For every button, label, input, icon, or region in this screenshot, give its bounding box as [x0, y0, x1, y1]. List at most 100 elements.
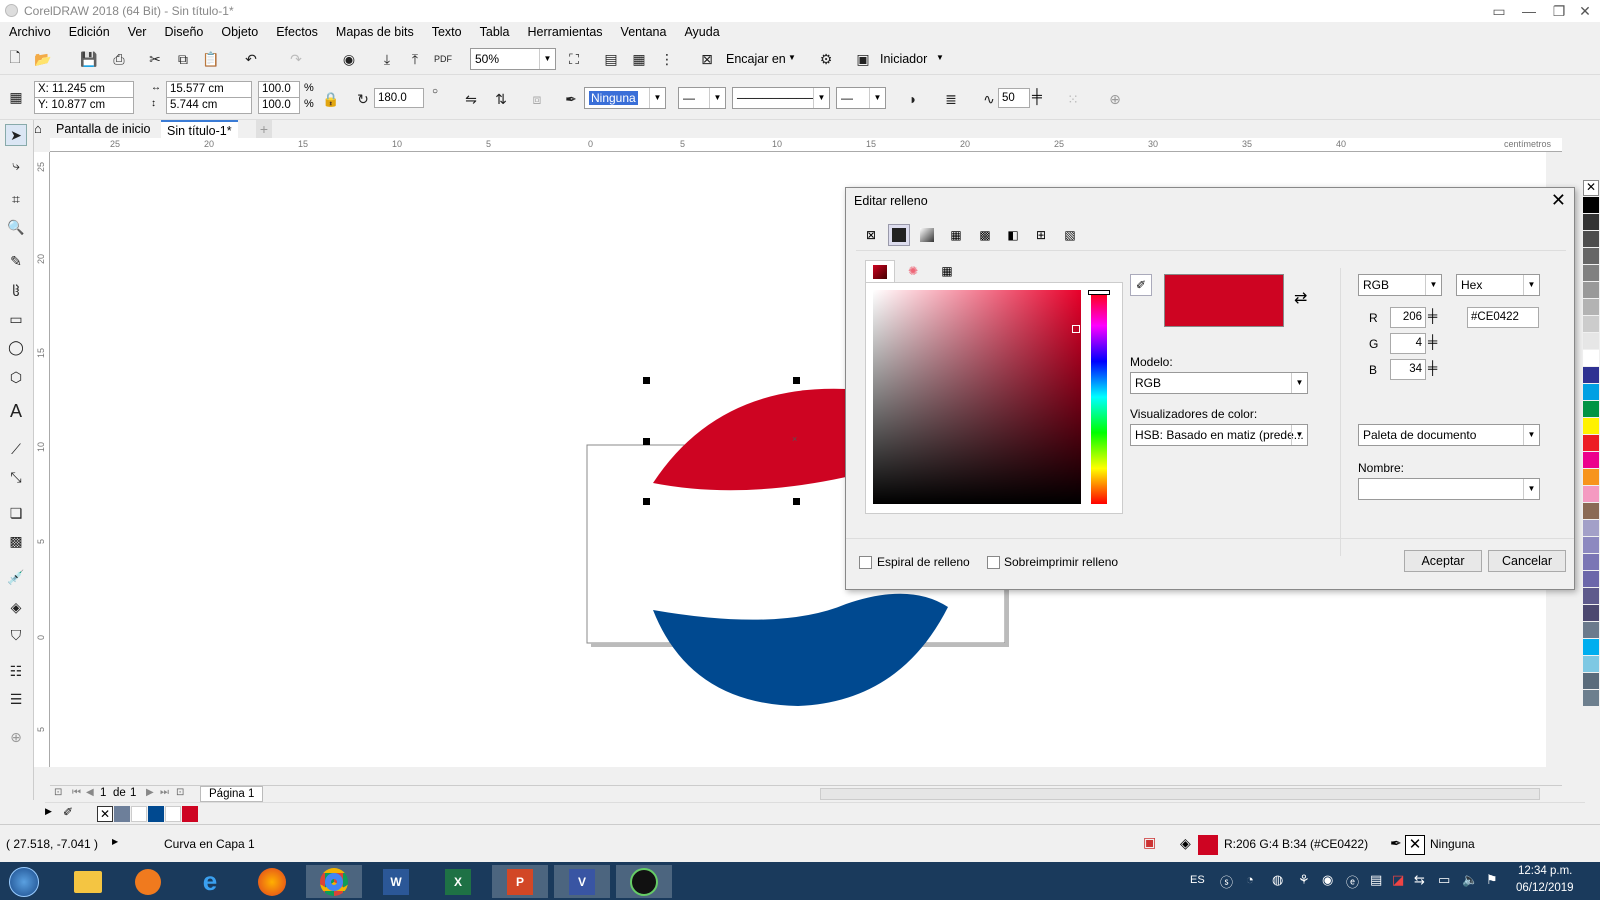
outline-pen-icon[interactable]: ✒	[560, 88, 582, 110]
rectangle-tool-icon[interactable]: ▭	[5, 308, 27, 330]
color-swatch[interactable]	[1583, 554, 1599, 570]
color-swatch[interactable]	[1583, 537, 1599, 553]
no-color-swatch[interactable]: ✕	[1583, 180, 1599, 196]
tray-icon[interactable]: ◉	[1322, 872, 1333, 888]
prev-page-icon[interactable]: ◀	[86, 787, 94, 798]
overprint-fill-checkbox[interactable]	[987, 556, 1000, 569]
firefox-icon[interactable]	[244, 865, 300, 898]
connector-tool-icon[interactable]: ⤡	[5, 466, 27, 488]
hue-slider[interactable]	[1091, 290, 1107, 504]
color-proof-icon[interactable]: ▣	[1143, 834, 1156, 851]
new-document-icon[interactable]: 🗋	[4, 48, 26, 70]
eyedropper-icon[interactable]: ✐	[1130, 274, 1152, 296]
no-outline-swatch[interactable]: ✕	[1405, 835, 1425, 855]
color-viewer-tab[interactable]	[865, 260, 895, 282]
home-icon[interactable]: ⌂	[34, 120, 50, 138]
skype-icon[interactable]: ⓢ	[1220, 872, 1233, 891]
combine-icon[interactable]: ⧈	[526, 88, 548, 110]
align-tool-icon[interactable]: ☰	[5, 688, 27, 710]
color-swatch[interactable]	[1583, 605, 1599, 621]
color-swatch[interactable]	[1583, 435, 1599, 451]
polygon-tool-icon[interactable]: ⬡	[5, 366, 27, 388]
print-icon[interactable]: ⎙	[108, 48, 130, 70]
tray-icon[interactable]: ◔	[1246, 872, 1254, 887]
network-icon[interactable]: ⇆	[1414, 872, 1425, 888]
transparency-icon[interactable]: ▩	[5, 530, 27, 552]
spiral-fill-checkbox[interactable]	[859, 556, 872, 569]
restore-help-icon[interactable]: ▭	[1484, 0, 1514, 22]
interactive-fill-icon[interactable]: ◈	[5, 596, 27, 618]
scale-y-field[interactable]: 100.0	[258, 97, 300, 114]
minimize-button[interactable]: —	[1514, 0, 1544, 22]
outline-width-dropdown[interactable]: Ninguna ▼	[584, 87, 666, 109]
copy-icon[interactable]: ⧉	[172, 48, 194, 70]
coreldraw-taskbar-icon[interactable]	[616, 865, 672, 898]
launcher-label[interactable]: Iniciador	[880, 52, 927, 66]
shape-tool-icon[interactable]: ⤷	[5, 154, 27, 176]
dimension-tool-icon[interactable]: ⟋	[5, 438, 27, 460]
menu-ventana[interactable]: Ventana	[612, 22, 676, 42]
color-swatch[interactable]	[1583, 469, 1599, 485]
display-icon[interactable]: ▭	[1438, 872, 1450, 888]
height-field[interactable]: 5.744 cm	[166, 97, 252, 114]
object-origin-icon[interactable]: ▦	[5, 86, 27, 108]
save-icon[interactable]: 💾	[78, 48, 100, 70]
color-swatch[interactable]	[1583, 299, 1599, 315]
end-arrow-dropdown[interactable]: — ▼	[836, 87, 886, 109]
clock-date[interactable]: 06/12/2019	[1516, 882, 1574, 894]
menu-diseno[interactable]: Diseño	[155, 22, 212, 42]
menu-ayuda[interactable]: Ayuda	[675, 22, 728, 42]
green-value-field[interactable]: 4	[1390, 333, 1426, 354]
color-harmonies-tab[interactable]: ✺	[898, 260, 928, 282]
start-arrow-dropdown[interactable]: — ▼	[678, 87, 726, 109]
guidelines-icon[interactable]: ⋮	[656, 48, 678, 70]
scale-x-field[interactable]: 100.0	[258, 81, 300, 98]
menu-tabla[interactable]: Tabla	[471, 22, 519, 42]
color-swatch[interactable]	[1583, 486, 1599, 502]
clock-time[interactable]: 12:34 p.m.	[1518, 865, 1572, 877]
blue-value-field[interactable]: 34	[1390, 359, 1426, 380]
format-dropdown[interactable]: Hex ▼	[1456, 274, 1540, 296]
vector-pattern-icon[interactable]: ▦	[945, 224, 967, 246]
pdf-icon[interactable]: PDF	[432, 48, 454, 70]
color-space-dropdown[interactable]: RGB ▼	[1358, 274, 1442, 296]
color-swatch[interactable]	[182, 806, 198, 822]
swap-colors-icon[interactable]: ⇄	[1294, 288, 1307, 308]
add-page-after-icon[interactable]: ⊡	[176, 787, 184, 798]
mirror-vertical-icon[interactable]: ⇅	[490, 88, 512, 110]
color-swatch[interactable]	[1583, 248, 1599, 264]
chevron-right-icon[interactable]: ▶	[112, 837, 118, 846]
menu-ver[interactable]: Ver	[119, 22, 156, 42]
red-curve-shape[interactable]	[653, 388, 846, 491]
red-value-field[interactable]: 206	[1390, 307, 1426, 328]
color-swatch[interactable]	[1583, 690, 1599, 706]
no-fill-icon[interactable]: ⊠	[860, 224, 882, 246]
ok-button[interactable]: Aceptar	[1404, 550, 1482, 572]
menu-objeto[interactable]: Objeto	[212, 22, 267, 42]
visio-icon[interactable]: V	[554, 865, 610, 898]
color-swatch[interactable]	[1583, 231, 1599, 247]
menu-efectos[interactable]: Efectos	[267, 22, 327, 42]
snap-label[interactable]: Encajar en	[726, 52, 786, 66]
line-style-dropdown[interactable]: ───────── ▼	[732, 87, 830, 109]
tab-document[interactable]: Sin título-1*	[161, 120, 238, 138]
chevron-down-icon[interactable]: ▼	[788, 53, 796, 62]
selection-handle[interactable]	[793, 377, 800, 384]
ellipse-tool-icon[interactable]: ◯	[5, 336, 27, 358]
color-swatch[interactable]	[1583, 401, 1599, 417]
selection-handle[interactable]	[643, 438, 650, 445]
viewers-dropdown[interactable]: HSB: Basado en matiz (prede... ▼	[1130, 424, 1308, 446]
drop-shadow-icon[interactable]: ❏	[5, 502, 27, 524]
color-swatch[interactable]	[148, 806, 164, 822]
add-page-icon[interactable]: ⊡	[54, 787, 62, 798]
powerpoint-icon[interactable]: P	[492, 865, 548, 898]
pick-tool-icon[interactable]: ➤	[5, 124, 27, 146]
menu-edicion[interactable]: Edición	[60, 22, 119, 42]
grid-icon[interactable]: ▦	[628, 48, 650, 70]
color-swatch[interactable]	[1583, 367, 1599, 383]
smoothing-field[interactable]: 50	[998, 88, 1030, 108]
add-tool-icon[interactable]: ⊕	[5, 726, 27, 748]
node-icon[interactable]: ⁙	[1062, 88, 1084, 110]
tray-icon[interactable]: ▤	[1370, 872, 1382, 888]
hex-value-field[interactable]: #CE0422	[1467, 307, 1539, 328]
